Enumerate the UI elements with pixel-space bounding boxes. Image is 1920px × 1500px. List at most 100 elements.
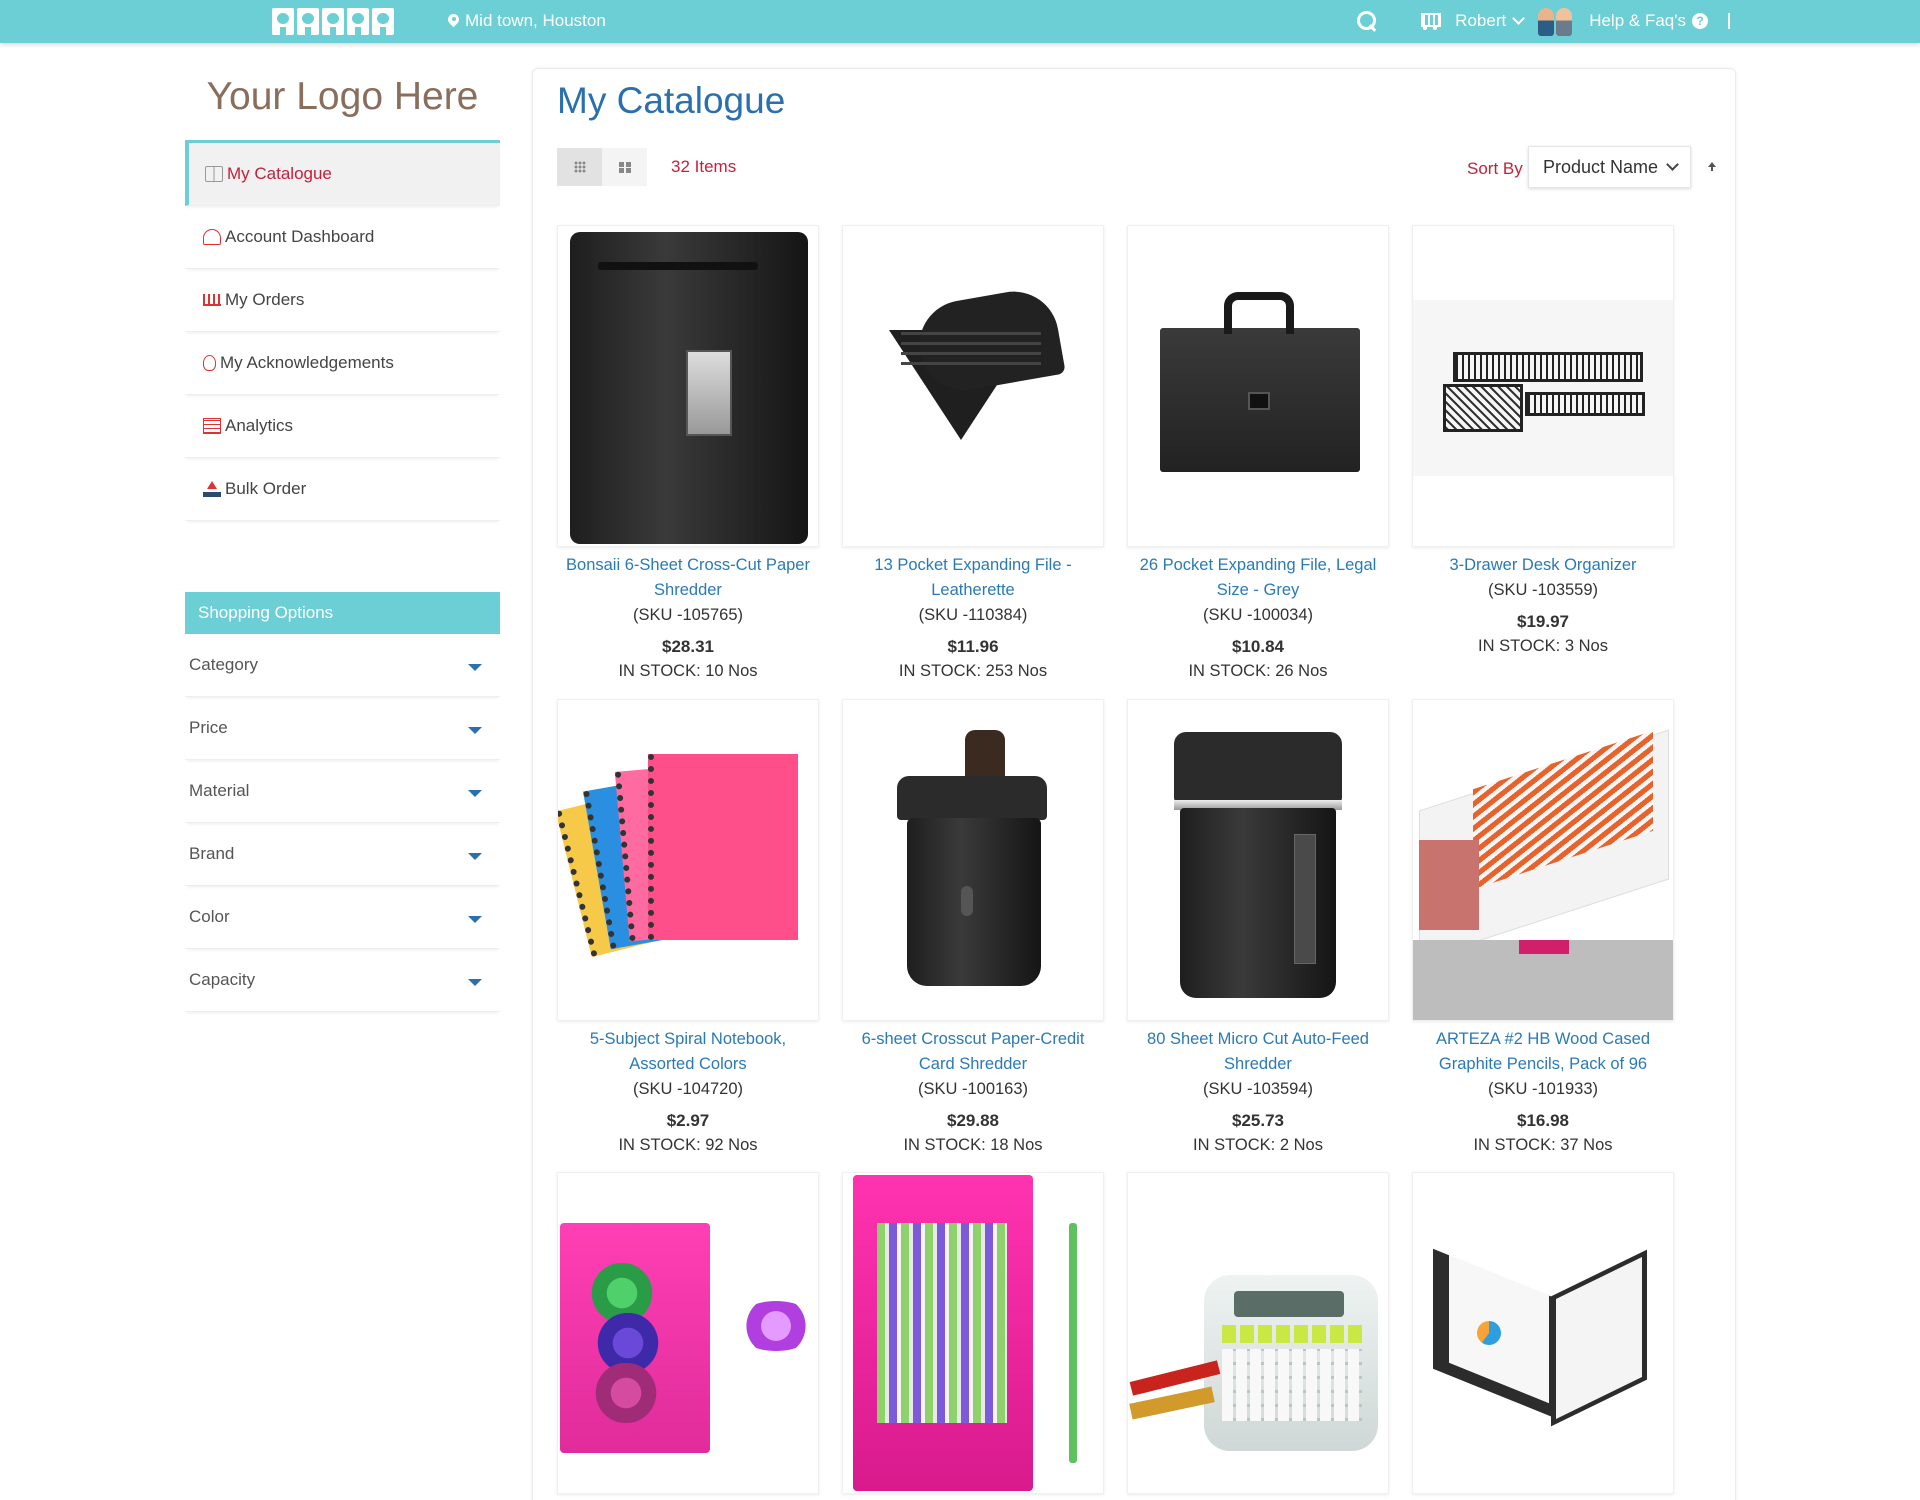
product-image[interactable] <box>1412 1172 1674 1494</box>
sidebar-item-label: Account Dashboard <box>225 227 375 246</box>
filter-color[interactable]: Color <box>185 886 500 949</box>
question-circle-icon: ? <box>1692 13 1708 29</box>
product-card[interactable]: Bonsaii 6-Sheet Cross-Cut Paper Shredder… <box>557 225 819 684</box>
caret-down-icon <box>468 978 482 986</box>
company-logo-placeholder: Your Logo Here <box>206 75 479 118</box>
product-image[interactable] <box>1412 699 1674 1021</box>
items-count: 32 Items <box>671 157 737 176</box>
sidebar-item-label: Analytics <box>225 416 294 435</box>
product-stock: IN STOCK: 37 Nos <box>1473 1136 1613 1154</box>
product-image[interactable] <box>1127 1172 1389 1494</box>
user-name-label: Robert <box>1455 11 1507 30</box>
product-image[interactable] <box>557 1172 819 1494</box>
grid-view-button[interactable] <box>557 148 602 186</box>
filter-label: Category <box>189 655 258 674</box>
book-icon <box>205 166 223 182</box>
product-card[interactable]: 5-Subject Spiral Notebook, Assorted Colo… <box>557 699 819 1158</box>
search-icon[interactable] <box>1357 11 1377 31</box>
user-menu[interactable]: Robert <box>1455 11 1526 31</box>
product-stock: IN STOCK: 2 Nos <box>1193 1136 1323 1154</box>
product-price: $29.88 <box>947 1111 999 1130</box>
product-name-link[interactable]: 26 Pocket Expanding File, Legal Size - G… <box>1127 553 1389 603</box>
product-sku: (SKU -104720) <box>632 1080 744 1098</box>
product-sku: (SKU -103559) <box>1487 581 1599 599</box>
filter-material[interactable]: Material <box>185 760 500 823</box>
page-title: My Catalogue <box>557 80 786 121</box>
product-card[interactable]: 13 Pocket Expanding File - Leatherette (… <box>842 225 1104 684</box>
divider <box>1728 13 1730 29</box>
product-image[interactable] <box>557 699 819 1021</box>
product-card[interactable]: 6-sheet Crosscut Paper-Credit Card Shred… <box>842 699 1104 1158</box>
product-price: $2.97 <box>666 1111 710 1130</box>
product-sku: (SKU -101933) <box>1487 1080 1599 1098</box>
product-card[interactable]: ARTEZA #2 HB Wood Cased Graphite Pencils… <box>1412 699 1674 1158</box>
product-image[interactable] <box>842 1172 1104 1494</box>
product-image[interactable] <box>1127 225 1389 547</box>
product-card[interactable] <box>1412 1172 1674 1494</box>
sort-select[interactable]: Product Name <box>1528 146 1691 188</box>
product-name-link[interactable]: 6-sheet Crosscut Paper-Credit Card Shred… <box>842 1027 1104 1077</box>
location-selector[interactable]: Mid town, Houston <box>448 11 606 31</box>
grid-icon <box>573 161 586 173</box>
product-sku: (SKU -105765) <box>632 606 744 624</box>
sort-value: Product Name <box>1543 156 1659 177</box>
caret-down-icon <box>468 789 482 797</box>
top-navigation-bar: Mid town, Houston Robert Help & Faq's ? <box>0 0 1920 43</box>
product-stock: IN STOCK: 10 Nos <box>618 662 758 680</box>
product-stock: IN STOCK: 3 Nos <box>1478 637 1608 655</box>
cart-icon <box>203 294 221 306</box>
filter-list: Category Price Material Brand Color Capa… <box>185 634 500 1012</box>
location-pin-icon <box>448 14 459 29</box>
caret-down-icon <box>468 663 482 671</box>
cart-icon[interactable] <box>1417 10 1442 32</box>
help-faq-link[interactable]: Help & Faq's ? <box>1589 11 1708 31</box>
product-card[interactable]: 26 Pocket Expanding File, Legal Size - G… <box>1127 225 1389 684</box>
sidebar-item-account-dashboard[interactable]: Account Dashboard <box>185 206 500 269</box>
brand-logo[interactable] <box>272 8 394 35</box>
product-name-link[interactable]: 5-Subject Spiral Notebook, Assorted Colo… <box>557 1027 819 1077</box>
product-image[interactable] <box>1412 225 1674 547</box>
product-price: $11.96 <box>947 637 999 656</box>
product-sku: (SKU -100163) <box>917 1080 1029 1098</box>
filter-label: Color <box>189 907 230 926</box>
sort-direction-arrow-icon[interactable] <box>1708 162 1716 172</box>
analytics-icon <box>203 418 221 434</box>
sidebar-item-my-catalogue[interactable]: My Catalogue <box>185 143 500 206</box>
product-card[interactable]: 3-Drawer Desk Organizer (SKU -103559) $1… <box>1412 225 1674 659</box>
sidebar-item-bulk-order[interactable]: Bulk Order <box>185 458 500 521</box>
help-label: Help & Faq's <box>1589 11 1686 30</box>
sidebar-item-analytics[interactable]: Analytics <box>185 395 500 458</box>
product-name-link[interactable]: 3-Drawer Desk Organizer <box>1412 553 1674 578</box>
shopping-options-header: Shopping Options <box>185 592 500 634</box>
sidebar-menu: My Catalogue Account Dashboard My Orders… <box>185 143 500 521</box>
product-card[interactable]: 80 Sheet Micro Cut Auto-Feed Shredder (S… <box>1127 699 1389 1158</box>
product-stock: IN STOCK: 253 Nos <box>898 662 1048 680</box>
product-card[interactable] <box>842 1172 1104 1494</box>
sidebar-item-my-acknowledgements[interactable]: My Acknowledgements <box>185 332 500 395</box>
sidebar-item-label: Bulk Order <box>225 479 307 498</box>
product-image[interactable] <box>557 225 819 547</box>
product-stock: IN STOCK: 92 Nos <box>618 1136 758 1154</box>
filter-category[interactable]: Category <box>185 634 500 697</box>
product-image[interactable] <box>842 225 1104 547</box>
list-view-button[interactable] <box>602 148 647 186</box>
product-image[interactable] <box>1127 699 1389 1021</box>
product-card[interactable] <box>1127 1172 1389 1494</box>
product-card[interactable] <box>557 1172 819 1494</box>
product-name-link[interactable]: Bonsaii 6-Sheet Cross-Cut Paper Shredder <box>557 553 819 603</box>
product-name-link[interactable]: ARTEZA #2 HB Wood Cased Graphite Pencils… <box>1412 1027 1674 1077</box>
acknowledgement-icon <box>203 355 216 371</box>
product-image[interactable] <box>842 699 1104 1021</box>
filter-price[interactable]: Price <box>185 697 500 760</box>
product-name-link[interactable]: 13 Pocket Expanding File - Leatherette <box>842 553 1104 603</box>
filter-capacity[interactable]: Capacity <box>185 949 500 1012</box>
support-avatar-icon <box>1537 6 1575 36</box>
filter-brand[interactable]: Brand <box>185 823 500 886</box>
sidebar-item-my-orders[interactable]: My Orders <box>185 269 500 332</box>
product-stock: IN STOCK: 26 Nos <box>1188 662 1328 680</box>
product-sku: (SKU -100034) <box>1202 606 1314 624</box>
product-price: $19.97 <box>1517 612 1569 631</box>
product-name-link[interactable]: 80 Sheet Micro Cut Auto-Feed Shredder <box>1127 1027 1389 1077</box>
caret-down-icon <box>468 726 482 734</box>
product-stock: IN STOCK: 18 Nos <box>903 1136 1043 1154</box>
